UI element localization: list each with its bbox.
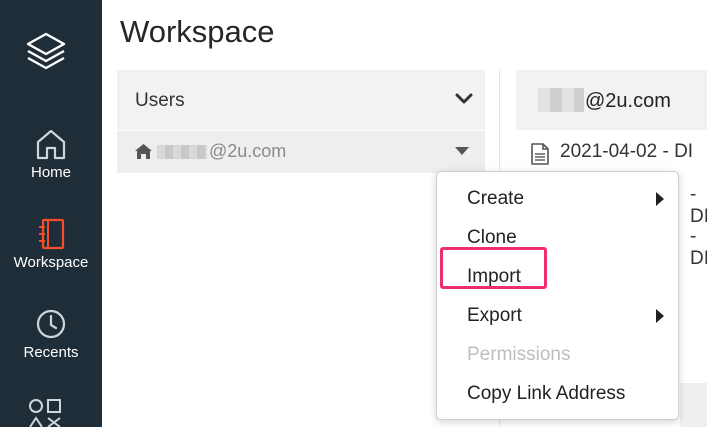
document-icon [531, 143, 549, 165]
users-header[interactable]: Users [117, 70, 485, 130]
list-footer [680, 383, 707, 427]
menu-item-export[interactable]: Export [467, 305, 522, 327]
layers-icon[interactable] [24, 30, 68, 76]
nav-rail: Home Workspace Recents [0, 0, 102, 427]
notebook-icon [39, 218, 65, 250]
redacted-username [157, 145, 207, 159]
nav-item-recents[interactable]: Recents [0, 308, 102, 378]
nav-item-workspace[interactable]: Workspace [0, 218, 102, 288]
menu-item-create[interactable]: Create [467, 188, 524, 210]
chevron-right-icon [656, 309, 664, 323]
caret-down-icon[interactable] [455, 147, 469, 155]
menu-item-clone[interactable]: Clone [467, 227, 517, 249]
user-email: @2u.com [209, 141, 287, 161]
home-icon [135, 144, 152, 159]
menu-item-permissions: Permissions [467, 344, 571, 365]
menu-item-copy-link-address[interactable]: Copy Link Address [467, 383, 625, 405]
file-name: 2021-04-02 - DI [560, 141, 694, 162]
context-menu: Create Clone Import Export Permissions C… [436, 171, 679, 420]
users-panel: Users @2u.com [117, 70, 485, 427]
folder-header: @2u.com [516, 70, 707, 130]
folder-header-email: @2u.com [585, 90, 671, 112]
redacted-username [538, 88, 584, 112]
user-folder-row[interactable]: @2u.com [117, 131, 485, 173]
users-header-label: Users [135, 90, 185, 111]
nav-item-label: Recents [23, 344, 79, 361]
nav-item-label: Workspace [13, 254, 89, 271]
home-icon [36, 129, 66, 160]
list-item[interactable]: - DI [690, 226, 707, 270]
chevron-down-icon[interactable] [455, 92, 473, 106]
import-highlight-box [440, 247, 547, 289]
list-item[interactable]: - DI [690, 184, 707, 228]
shapes-icon[interactable] [28, 396, 62, 427]
chevron-right-icon [656, 192, 664, 206]
clock-icon [36, 309, 66, 339]
nav-item-home[interactable]: Home [0, 128, 102, 198]
nav-item-label: Home [30, 164, 71, 181]
page-title: Workspace [120, 14, 275, 49]
